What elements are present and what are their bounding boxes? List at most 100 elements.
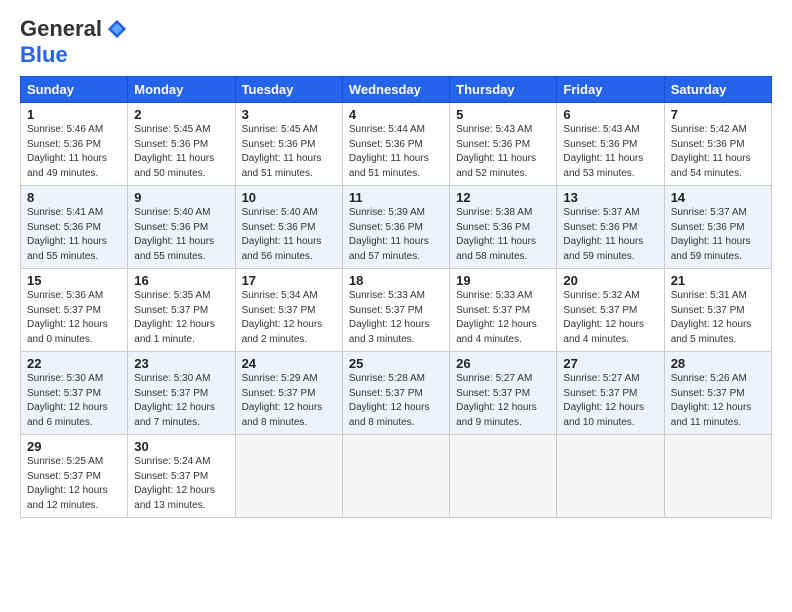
cell-info: Sunrise: 5:34 AMSunset: 5:37 PMDaylight:…	[242, 290, 323, 345]
cell-day-number: 5	[456, 107, 550, 122]
cell-info: Sunrise: 5:24 AMSunset: 5:37 PMDaylight:…	[134, 456, 215, 511]
cell-day-number: 4	[349, 107, 443, 122]
cell-info: Sunrise: 5:31 AMSunset: 5:37 PMDaylight:…	[671, 290, 752, 345]
cell-info: Sunrise: 5:39 AMSunset: 5:36 PMDaylight:…	[349, 207, 429, 262]
calendar-cell: 25 Sunrise: 5:28 AMSunset: 5:37 PMDaylig…	[342, 352, 449, 435]
calendar-cell: 16 Sunrise: 5:35 AMSunset: 5:37 PMDaylig…	[128, 269, 235, 352]
cell-day-number: 11	[349, 190, 443, 205]
calendar-cell: 19 Sunrise: 5:33 AMSunset: 5:37 PMDaylig…	[450, 269, 557, 352]
cell-day-number: 17	[242, 273, 336, 288]
calendar-cell: 21 Sunrise: 5:31 AMSunset: 5:37 PMDaylig…	[664, 269, 771, 352]
cell-info: Sunrise: 5:32 AMSunset: 5:37 PMDaylight:…	[563, 290, 644, 345]
cell-info: Sunrise: 5:30 AMSunset: 5:37 PMDaylight:…	[134, 373, 215, 428]
calendar-cell: 20 Sunrise: 5:32 AMSunset: 5:37 PMDaylig…	[557, 269, 664, 352]
cell-day-number: 29	[27, 439, 121, 454]
cell-info: Sunrise: 5:42 AMSunset: 5:36 PMDaylight:…	[671, 124, 751, 179]
calendar-header-monday: Monday	[128, 77, 235, 103]
calendar-cell: 3 Sunrise: 5:45 AMSunset: 5:36 PMDayligh…	[235, 103, 342, 186]
cell-day-number: 24	[242, 356, 336, 371]
calendar-cell	[342, 435, 449, 518]
calendar-header-row: SundayMondayTuesdayWednesdayThursdayFrid…	[21, 77, 772, 103]
calendar-cell: 4 Sunrise: 5:44 AMSunset: 5:36 PMDayligh…	[342, 103, 449, 186]
calendar-cell: 7 Sunrise: 5:42 AMSunset: 5:36 PMDayligh…	[664, 103, 771, 186]
logo-blue-text: Blue	[20, 42, 68, 68]
calendar-week-row: 8 Sunrise: 5:41 AMSunset: 5:36 PMDayligh…	[21, 186, 772, 269]
cell-day-number: 13	[563, 190, 657, 205]
cell-day-number: 19	[456, 273, 550, 288]
calendar-cell: 30 Sunrise: 5:24 AMSunset: 5:37 PMDaylig…	[128, 435, 235, 518]
calendar-cell	[450, 435, 557, 518]
cell-info: Sunrise: 5:37 AMSunset: 5:36 PMDaylight:…	[563, 207, 643, 262]
cell-day-number: 26	[456, 356, 550, 371]
cell-info: Sunrise: 5:40 AMSunset: 5:36 PMDaylight:…	[242, 207, 322, 262]
calendar-cell: 6 Sunrise: 5:43 AMSunset: 5:36 PMDayligh…	[557, 103, 664, 186]
cell-info: Sunrise: 5:36 AMSunset: 5:37 PMDaylight:…	[27, 290, 108, 345]
header: General Blue	[20, 16, 772, 68]
cell-info: Sunrise: 5:37 AMSunset: 5:36 PMDaylight:…	[671, 207, 751, 262]
calendar-header-sunday: Sunday	[21, 77, 128, 103]
logo-general-text: General	[20, 16, 102, 42]
cell-info: Sunrise: 5:43 AMSunset: 5:36 PMDaylight:…	[563, 124, 643, 179]
cell-info: Sunrise: 5:40 AMSunset: 5:36 PMDaylight:…	[134, 207, 214, 262]
cell-day-number: 25	[349, 356, 443, 371]
calendar-cell: 18 Sunrise: 5:33 AMSunset: 5:37 PMDaylig…	[342, 269, 449, 352]
cell-day-number: 8	[27, 190, 121, 205]
cell-info: Sunrise: 5:33 AMSunset: 5:37 PMDaylight:…	[349, 290, 430, 345]
calendar-cell: 24 Sunrise: 5:29 AMSunset: 5:37 PMDaylig…	[235, 352, 342, 435]
cell-day-number: 9	[134, 190, 228, 205]
cell-day-number: 16	[134, 273, 228, 288]
cell-day-number: 20	[563, 273, 657, 288]
calendar-cell: 29 Sunrise: 5:25 AMSunset: 5:37 PMDaylig…	[21, 435, 128, 518]
cell-info: Sunrise: 5:41 AMSunset: 5:36 PMDaylight:…	[27, 207, 107, 262]
cell-info: Sunrise: 5:45 AMSunset: 5:36 PMDaylight:…	[134, 124, 214, 179]
calendar-header-thursday: Thursday	[450, 77, 557, 103]
cell-info: Sunrise: 5:28 AMSunset: 5:37 PMDaylight:…	[349, 373, 430, 428]
calendar-cell: 8 Sunrise: 5:41 AMSunset: 5:36 PMDayligh…	[21, 186, 128, 269]
cell-info: Sunrise: 5:44 AMSunset: 5:36 PMDaylight:…	[349, 124, 429, 179]
cell-info: Sunrise: 5:27 AMSunset: 5:37 PMDaylight:…	[563, 373, 644, 428]
calendar-header-saturday: Saturday	[664, 77, 771, 103]
cell-day-number: 18	[349, 273, 443, 288]
calendar-header-wednesday: Wednesday	[342, 77, 449, 103]
cell-day-number: 3	[242, 107, 336, 122]
cell-info: Sunrise: 5:46 AMSunset: 5:36 PMDaylight:…	[27, 124, 107, 179]
calendar-cell: 27 Sunrise: 5:27 AMSunset: 5:37 PMDaylig…	[557, 352, 664, 435]
cell-day-number: 15	[27, 273, 121, 288]
calendar-week-row: 1 Sunrise: 5:46 AMSunset: 5:36 PMDayligh…	[21, 103, 772, 186]
calendar-cell	[664, 435, 771, 518]
calendar-week-row: 22 Sunrise: 5:30 AMSunset: 5:37 PMDaylig…	[21, 352, 772, 435]
calendar-cell: 15 Sunrise: 5:36 AMSunset: 5:37 PMDaylig…	[21, 269, 128, 352]
cell-day-number: 14	[671, 190, 765, 205]
calendar-cell	[557, 435, 664, 518]
calendar-cell: 1 Sunrise: 5:46 AMSunset: 5:36 PMDayligh…	[21, 103, 128, 186]
cell-info: Sunrise: 5:29 AMSunset: 5:37 PMDaylight:…	[242, 373, 323, 428]
cell-info: Sunrise: 5:30 AMSunset: 5:37 PMDaylight:…	[27, 373, 108, 428]
cell-day-number: 30	[134, 439, 228, 454]
calendar-cell: 23 Sunrise: 5:30 AMSunset: 5:37 PMDaylig…	[128, 352, 235, 435]
cell-day-number: 12	[456, 190, 550, 205]
calendar-cell: 13 Sunrise: 5:37 AMSunset: 5:36 PMDaylig…	[557, 186, 664, 269]
cell-info: Sunrise: 5:27 AMSunset: 5:37 PMDaylight:…	[456, 373, 537, 428]
cell-day-number: 21	[671, 273, 765, 288]
page: General Blue SundayMondayTuesdayWednesda…	[0, 0, 792, 612]
cell-info: Sunrise: 5:38 AMSunset: 5:36 PMDaylight:…	[456, 207, 536, 262]
cell-day-number: 7	[671, 107, 765, 122]
cell-info: Sunrise: 5:43 AMSunset: 5:36 PMDaylight:…	[456, 124, 536, 179]
cell-info: Sunrise: 5:35 AMSunset: 5:37 PMDaylight:…	[134, 290, 215, 345]
calendar-cell: 12 Sunrise: 5:38 AMSunset: 5:36 PMDaylig…	[450, 186, 557, 269]
calendar-header-tuesday: Tuesday	[235, 77, 342, 103]
cell-day-number: 10	[242, 190, 336, 205]
logo-icon	[106, 18, 128, 40]
cell-info: Sunrise: 5:26 AMSunset: 5:37 PMDaylight:…	[671, 373, 752, 428]
calendar-table: SundayMondayTuesdayWednesdayThursdayFrid…	[20, 76, 772, 518]
cell-day-number: 28	[671, 356, 765, 371]
calendar-cell: 9 Sunrise: 5:40 AMSunset: 5:36 PMDayligh…	[128, 186, 235, 269]
calendar-cell: 22 Sunrise: 5:30 AMSunset: 5:37 PMDaylig…	[21, 352, 128, 435]
calendar-week-row: 29 Sunrise: 5:25 AMSunset: 5:37 PMDaylig…	[21, 435, 772, 518]
cell-info: Sunrise: 5:33 AMSunset: 5:37 PMDaylight:…	[456, 290, 537, 345]
cell-day-number: 2	[134, 107, 228, 122]
cell-day-number: 27	[563, 356, 657, 371]
calendar-cell: 10 Sunrise: 5:40 AMSunset: 5:36 PMDaylig…	[235, 186, 342, 269]
calendar-cell: 26 Sunrise: 5:27 AMSunset: 5:37 PMDaylig…	[450, 352, 557, 435]
cell-day-number: 6	[563, 107, 657, 122]
